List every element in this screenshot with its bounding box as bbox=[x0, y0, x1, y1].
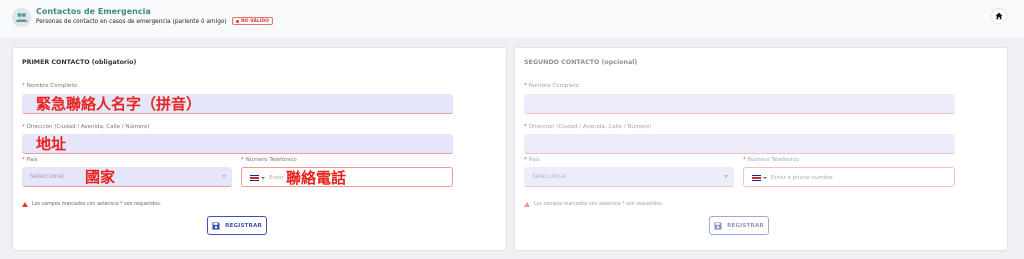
costa-rica-flag-icon[interactable] bbox=[250, 175, 259, 182]
address-input[interactable] bbox=[524, 134, 955, 154]
register-button-label: REGISTRAR bbox=[727, 222, 764, 229]
page-subtitle: Personas de contacto en casos de emergen… bbox=[36, 19, 227, 25]
users-icon bbox=[12, 8, 31, 27]
country-label: * País bbox=[22, 157, 38, 163]
country-code-caret-icon bbox=[261, 177, 265, 179]
name-input[interactable]: 緊急聯絡人名字（拼音） bbox=[22, 94, 453, 114]
page-title: Contactos de Emergencia bbox=[36, 7, 151, 16]
status-dot-icon bbox=[236, 19, 239, 23]
phone-label: * Número Telefónico bbox=[743, 157, 799, 163]
name-input[interactable] bbox=[524, 94, 955, 114]
address-label: * Dirección (Ciudad / Avenida, Calle / Nú… bbox=[22, 124, 150, 130]
save-icon bbox=[714, 221, 722, 230]
warning-icon bbox=[22, 202, 28, 207]
address-input[interactable]: 地址 bbox=[22, 134, 453, 154]
required-fields-note: Los campos marcados con asterisco * son … bbox=[22, 202, 161, 207]
costa-rica-flag-icon[interactable] bbox=[752, 175, 761, 182]
chevron-down-icon bbox=[724, 175, 728, 178]
country-select[interactable]: Seleccionar bbox=[524, 167, 734, 187]
country-select-value: 國家 bbox=[85, 168, 116, 186]
home-button[interactable] bbox=[991, 8, 1007, 24]
register-button-label: REGISTRAR bbox=[225, 222, 262, 229]
phone-input-placeholder: Enter a phone number bbox=[771, 175, 834, 181]
phone-input[interactable]: Enter a phone number bbox=[743, 167, 955, 187]
phone-label: * Número Telefónico bbox=[241, 157, 297, 163]
save-icon bbox=[212, 221, 220, 230]
page-header: Contactos de Emergencia Personas de cont… bbox=[0, 0, 1024, 38]
chevron-down-icon bbox=[222, 175, 226, 178]
secondary-contact-card: SEGUNDO CONTACTO (opcional) * Nombre Comp… bbox=[514, 47, 1008, 251]
country-select[interactable]: Seleccionar 國家 bbox=[22, 167, 232, 187]
register-button[interactable]: REGISTRAR bbox=[207, 216, 267, 235]
card-title: PRIMER CONTACTO (obligatorio) bbox=[22, 59, 137, 66]
address-input-value: 地址 bbox=[36, 135, 67, 153]
country-select-placeholder: Seleccionar bbox=[532, 173, 567, 180]
phone-input-value: 聯絡電話 bbox=[286, 169, 347, 187]
primary-contact-card: PRIMER CONTACTO (obligatorio) * Nombre Co… bbox=[12, 47, 507, 251]
name-label: * Nombre Completo bbox=[22, 83, 77, 89]
required-fields-note: Los campos marcados con asterisco * son … bbox=[524, 202, 663, 207]
card-title: SEGUNDO CONTACTO (opcional) bbox=[524, 59, 638, 66]
status-badge-label: NO VÁLIDO bbox=[241, 18, 269, 24]
phone-input[interactable]: Enter 聯絡電話 bbox=[241, 167, 453, 187]
country-code-caret-icon bbox=[763, 177, 767, 179]
address-label: * Dirección (Ciudad / Avenida, Calle / Nú… bbox=[524, 124, 652, 130]
home-icon bbox=[995, 12, 1003, 20]
country-label: * País bbox=[524, 157, 540, 163]
register-button[interactable]: REGISTRAR bbox=[709, 216, 769, 235]
status-badge: NO VÁLIDO bbox=[232, 17, 273, 25]
name-label: * Nombre Completo bbox=[524, 83, 579, 89]
warning-icon bbox=[524, 202, 530, 207]
phone-input-placeholder: Enter bbox=[269, 175, 284, 181]
country-select-placeholder: Seleccionar bbox=[30, 173, 65, 180]
name-input-value: 緊急聯絡人名字（拼音） bbox=[36, 95, 202, 113]
